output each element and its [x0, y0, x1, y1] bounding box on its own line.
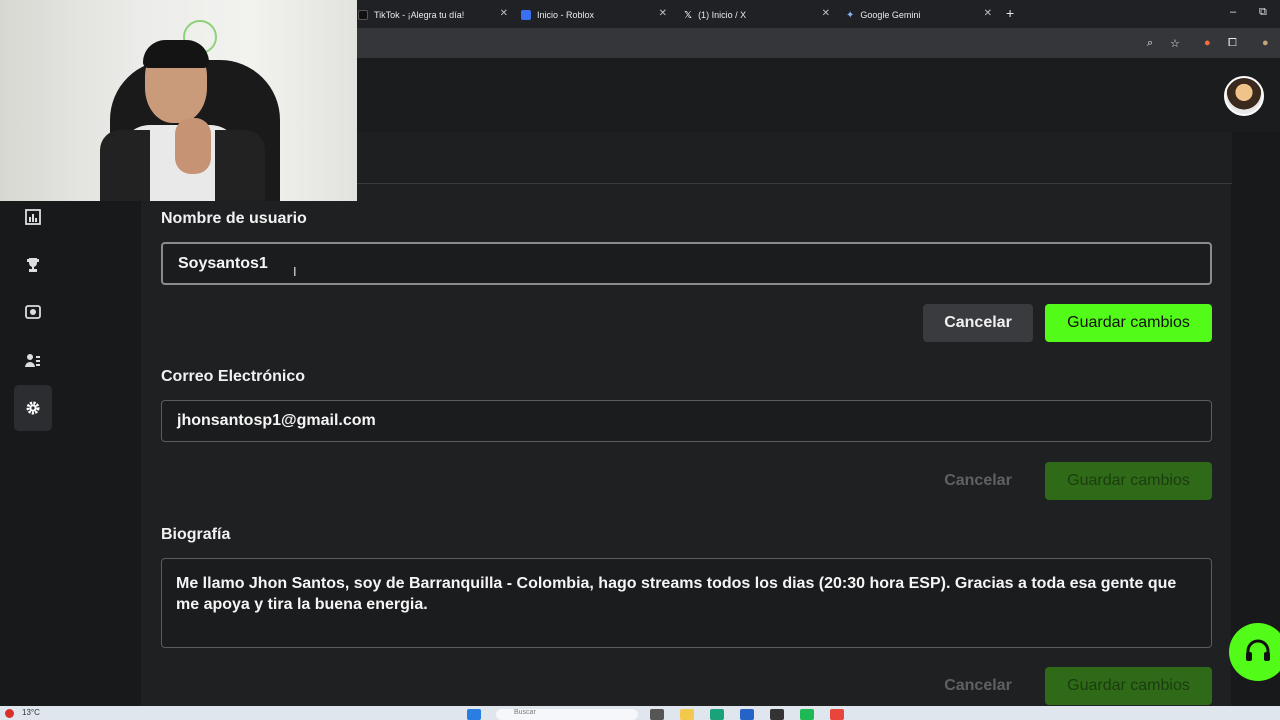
windows-start-icon[interactable] — [467, 709, 481, 720]
tiktok-icon — [358, 10, 368, 20]
bio-cancel-button[interactable]: Cancelar — [923, 667, 1033, 705]
username-label: Nombre de usuario — [161, 210, 307, 227]
notification-icon — [5, 709, 14, 718]
webcam-overlay — [0, 0, 357, 201]
weather-text[interactable]: 13°C — [22, 708, 40, 717]
username-input[interactable]: Soysantos1 — [161, 242, 1212, 285]
gear-icon — [26, 401, 40, 415]
gemini-icon: ✦ — [846, 10, 855, 21]
chrome-icon[interactable] — [830, 709, 844, 720]
camera-icon — [25, 305, 41, 319]
users-icon — [25, 354, 40, 367]
task-view-icon[interactable] — [650, 709, 664, 720]
star-icon[interactable]: ☆ — [1170, 37, 1180, 50]
trophy-icon — [27, 258, 39, 272]
close-icon[interactable]: ✕ — [984, 8, 992, 19]
chart-icon — [25, 209, 41, 225]
edge-icon[interactable] — [710, 709, 724, 720]
file-explorer-icon[interactable] — [680, 709, 694, 720]
sidebar-item-settings[interactable] — [14, 385, 52, 431]
bio-label: Biografía — [161, 526, 231, 543]
sidebar-item-clips[interactable] — [14, 289, 52, 335]
username-cancel-button[interactable]: Cancelar — [923, 304, 1033, 342]
streamer-jacket — [100, 130, 150, 201]
tab-title: TikTok - ¡Alegra tu día! — [374, 10, 465, 20]
streamer-hand — [175, 118, 211, 174]
support-chat-button[interactable] — [1229, 623, 1280, 681]
profile-icon[interactable]: ● — [1262, 37, 1269, 49]
new-tab-button[interactable]: + — [1006, 5, 1014, 21]
spotify-icon[interactable] — [800, 709, 814, 720]
tab-roblox[interactable]: Inicio - Roblox ✕ — [521, 4, 667, 26]
zoom-icon[interactable]: ⌕ — [1147, 37, 1153, 50]
email-input[interactable]: jhonsantosp1@gmail.com — [161, 400, 1212, 442]
email-cancel-button[interactable]: Cancelar — [923, 462, 1033, 500]
avatar[interactable] — [1224, 76, 1264, 116]
email-label: Correo Electrónico — [161, 368, 306, 385]
store-icon[interactable] — [740, 709, 754, 720]
streamer-hair — [143, 40, 209, 68]
sidebar-item-community[interactable] — [14, 337, 52, 383]
puzzle-icon[interactable]: ⧠ — [1228, 37, 1237, 50]
x-logo-icon: 𝕏 — [684, 10, 693, 21]
streamer-jacket — [215, 130, 265, 201]
maximize-icon[interactable]: ⧉ — [1259, 6, 1267, 19]
headset-icon — [1246, 639, 1270, 661]
tab-tiktok[interactable]: TikTok - ¡Alegra tu día! ✕ — [358, 4, 508, 26]
bio-textarea[interactable]: Me llamo Jhon Santos, soy de Barranquill… — [161, 558, 1212, 648]
tab-title: (1) Inicio / X — [698, 10, 747, 20]
tab-title: Google Gemini — [860, 10, 921, 20]
roblox-icon — [521, 10, 531, 20]
extension-icon[interactable]: ● — [1204, 37, 1211, 49]
taskbar-search[interactable]: Buscar — [496, 709, 638, 720]
text-cursor-icon: I — [293, 264, 297, 279]
close-icon[interactable]: ✕ — [659, 8, 667, 19]
close-icon[interactable]: ✕ — [822, 8, 830, 19]
tab-x[interactable]: 𝕏 (1) Inicio / X ✕ — [684, 4, 830, 26]
username-save-button[interactable]: Guardar cambios — [1045, 304, 1212, 342]
settings-tabs-area — [356, 132, 1232, 184]
sidebar-item-achievements[interactable] — [14, 242, 52, 288]
email-save-button[interactable]: Guardar cambios — [1045, 462, 1212, 500]
os-taskbar — [0, 706, 1280, 720]
sidebar — [0, 200, 66, 706]
bio-save-button[interactable]: Guardar cambios — [1045, 667, 1212, 705]
tab-title: Inicio - Roblox — [537, 10, 595, 20]
minimize-icon[interactable]: – — [1230, 6, 1236, 18]
close-icon[interactable]: ✕ — [500, 8, 508, 19]
obs-icon[interactable] — [770, 709, 784, 720]
tab-gemini[interactable]: ✦ Google Gemini ✕ — [846, 4, 992, 26]
